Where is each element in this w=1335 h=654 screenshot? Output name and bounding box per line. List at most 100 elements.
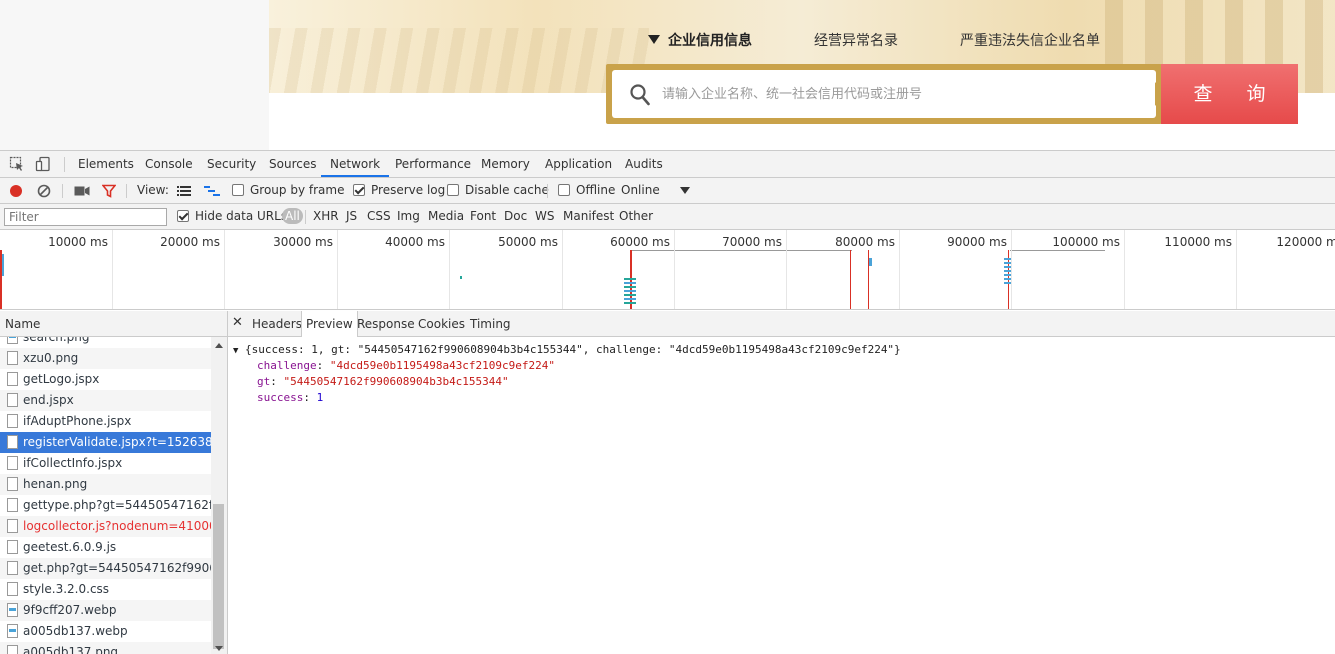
offline-checkbox[interactable] — [558, 184, 570, 196]
request-row[interactable]: search.png — [0, 337, 211, 348]
preview-field-row[interactable]: challenge: "4dcd59e0b1195498a43cf2109c9e… — [257, 359, 555, 372]
preview-summary-row[interactable]: ▼ {success: 1, gt: "54450547162f99060890… — [233, 343, 901, 356]
overview-request-bar — [1010, 250, 1105, 251]
network-toolbar: View: Group by frame Preserve log Disabl… — [0, 178, 1335, 204]
type-filter-xhr[interactable]: XHR — [313, 209, 339, 223]
document-file-icon — [7, 414, 18, 428]
site-tab-abnormal-list[interactable]: 经营异常名录 — [814, 30, 898, 50]
tab-sources[interactable]: Sources — [269, 151, 316, 177]
type-filter-img[interactable]: Img — [397, 209, 420, 223]
record-icon[interactable] — [9, 184, 23, 198]
tab-elements[interactable]: Elements — [78, 151, 134, 177]
tab-audits[interactable]: Audits — [625, 151, 663, 177]
chevron-down-icon[interactable] — [680, 187, 690, 194]
type-filter-font[interactable]: Font — [470, 209, 496, 223]
type-filter-manifest[interactable]: Manifest — [563, 209, 614, 223]
waterfall-icon[interactable] — [204, 185, 220, 197]
site-tab-credit-info[interactable]: 企业信用信息 — [648, 30, 752, 50]
request-row[interactable]: style.3.2.0.css — [0, 579, 211, 600]
type-filter-ws[interactable]: WS — [535, 209, 554, 223]
capture-screenshots-icon[interactable] — [74, 185, 90, 197]
overview-tick-label: 50000 ms — [498, 235, 558, 249]
tab-response[interactable]: Response — [357, 311, 415, 337]
site-tab-label: 经营异常名录 — [814, 33, 898, 49]
request-row[interactable]: xzu0.png — [0, 348, 211, 369]
request-row[interactable]: ifAduptPhone.jspx — [0, 411, 211, 432]
triangle-expanded-icon[interactable]: ▼ — [233, 346, 238, 356]
search-button[interactable]: 查 询 — [1161, 64, 1298, 124]
tab-application[interactable]: Application — [545, 151, 612, 177]
clear-icon[interactable] — [37, 184, 51, 198]
type-filter-other[interactable]: Other — [619, 209, 653, 223]
overview-gridline — [224, 230, 225, 309]
scroll-down-icon[interactable] — [215, 646, 223, 651]
great-wall-decoration — [269, 28, 649, 93]
type-filter-all[interactable]: All — [282, 208, 303, 224]
request-name: xzu0.png — [23, 351, 79, 365]
preview-field-key: challenge — [257, 359, 317, 372]
close-icon[interactable]: ✕ — [232, 315, 243, 330]
device-toolbar-icon[interactable] — [35, 156, 51, 172]
tab-security[interactable]: Security — [207, 151, 256, 177]
type-filter-doc[interactable]: Doc — [504, 209, 527, 223]
response-preview: ▼ {success: 1, gt: "54450547162f99060890… — [228, 337, 1335, 654]
throttling-select[interactable]: Online — [621, 183, 660, 197]
devtools-tabbar: Elements Console Security Sources Networ… — [0, 151, 1335, 178]
scroll-up-icon[interactable] — [215, 343, 223, 348]
type-filter-js[interactable]: JS — [346, 209, 357, 223]
request-row[interactable]: end.jspx — [0, 390, 211, 411]
request-list: search.png xzu0.png getLogo.jspx end.jspx if… — [0, 337, 228, 654]
request-row[interactable]: geetest.6.0.9.js — [0, 537, 211, 558]
request-row[interactable]: a005db137.webp — [0, 621, 211, 642]
tab-memory[interactable]: Memory — [481, 151, 530, 177]
tab-headers[interactable]: Headers — [252, 311, 302, 337]
request-row[interactable]: ifCollectInfo.jspx — [0, 453, 211, 474]
site-tab-blacklist[interactable]: 严重违法失信企业名单 — [960, 30, 1100, 50]
group-by-frame-checkbox[interactable] — [232, 184, 244, 196]
tab-timing[interactable]: Timing — [470, 311, 511, 337]
large-rows-icon[interactable] — [177, 185, 191, 197]
company-search-input[interactable] — [662, 80, 1142, 108]
filter-input[interactable] — [4, 208, 167, 226]
overview-gridline — [1124, 230, 1125, 309]
request-row[interactable]: a005db137.png — [0, 642, 211, 654]
network-overview[interactable]: 10000 ms 20000 ms 30000 ms 40000 ms 50000 ms… — [0, 230, 1335, 310]
inspect-element-icon[interactable] — [9, 156, 25, 172]
preview-field-row[interactable]: success: 1 — [257, 391, 323, 404]
filter-icon[interactable] — [102, 184, 116, 198]
request-row[interactable]: henan.png — [0, 474, 211, 495]
type-filter-css[interactable]: CSS — [367, 209, 391, 223]
scrollbar-thumb[interactable] — [213, 504, 224, 649]
document-file-icon — [7, 519, 18, 533]
name-column-header[interactable]: Name — [0, 311, 228, 337]
request-row[interactable]: get.php?gt=54450547162f9906089 — [0, 558, 211, 579]
disable-cache-checkbox[interactable] — [447, 184, 459, 196]
type-filter-media[interactable]: Media — [428, 209, 464, 223]
document-file-icon — [7, 645, 18, 654]
tab-network[interactable]: Network — [321, 151, 390, 177]
document-file-icon — [7, 393, 18, 407]
request-row[interactable]: registerValidate.jspx?t=1526385460 — [0, 432, 211, 453]
request-row[interactable]: 9f9cff207.webp — [0, 600, 211, 621]
request-row[interactable]: logcollector.js?nodenum=410000 — [0, 516, 211, 537]
tab-performance[interactable]: Performance — [395, 151, 471, 177]
name-header-label: Name — [5, 317, 41, 331]
overview-request-bar — [460, 276, 462, 279]
tab-preview[interactable]: Preview — [301, 311, 358, 338]
document-file-icon — [7, 540, 18, 554]
toolbar-separator — [547, 184, 548, 198]
preview-field-value: 1 — [316, 391, 324, 404]
hide-data-urls-checkbox[interactable] — [177, 210, 189, 222]
request-row[interactable]: getLogo.jspx — [0, 369, 211, 390]
site-tabs: 企业信用信息 经营异常名录 严重违法失信企业名单 — [648, 30, 1162, 50]
tab-cookies[interactable]: Cookies — [418, 311, 465, 337]
tab-console[interactable]: Console — [145, 151, 193, 177]
preserve-log-checkbox[interactable] — [353, 184, 365, 196]
request-list-scrollbar[interactable] — [211, 337, 227, 654]
request-name: ifAduptPhone.jspx — [23, 414, 132, 428]
request-name: logcollector.js?nodenum=410000 — [23, 519, 211, 533]
overview-request-bar — [869, 258, 872, 266]
search-box — [612, 70, 1156, 118]
preview-field-row[interactable]: gt: "54450547162f990608904b3b4c155344" — [257, 375, 509, 388]
request-row[interactable]: gettype.php?gt=54450547162f9906 — [0, 495, 211, 516]
